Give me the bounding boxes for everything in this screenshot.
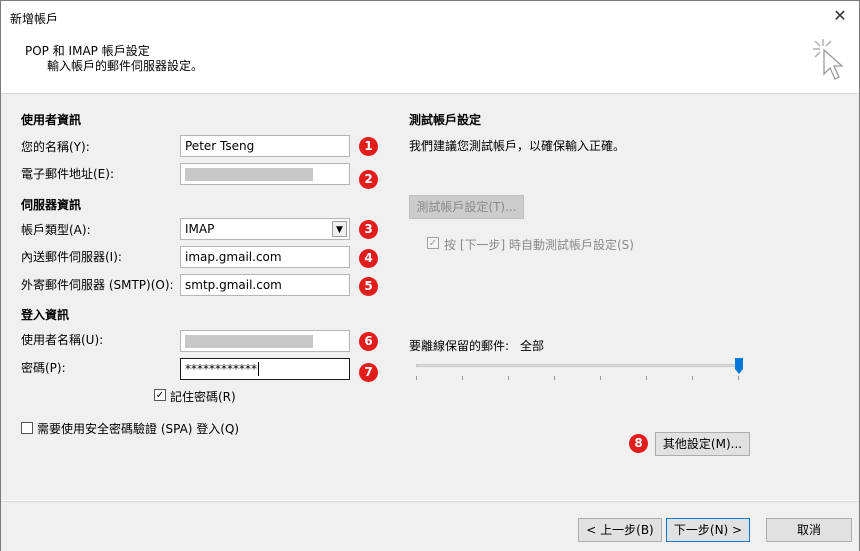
slider-tick: [692, 376, 693, 380]
window-title: 新增帳戶: [10, 12, 59, 26]
password-label: 密碼(P):: [21, 361, 66, 375]
redacted-value: [185, 335, 313, 348]
callout-badge-6: 6: [359, 332, 378, 351]
slider-tick: [646, 376, 647, 380]
spa-checkbox[interactable]: [21, 422, 33, 434]
offline-mail-value: 全部: [520, 339, 545, 353]
offline-slider-thumb[interactable]: [735, 358, 743, 374]
more-settings-button[interactable]: 其他設定(M)...: [655, 432, 750, 456]
account-type-value: IMAP: [185, 222, 215, 236]
outgoing-server-label: 外寄郵件伺服器 (SMTP)(O):: [21, 278, 174, 292]
redacted-value: [185, 168, 313, 181]
name-input[interactable]: Peter Tseng: [180, 135, 350, 157]
callout-badge-5: 5: [359, 277, 378, 296]
user-info-heading: 使用者資訊: [21, 113, 82, 127]
test-heading: 測試帳戶設定: [409, 113, 482, 127]
text-cursor: ​: [258, 362, 259, 376]
chevron-down-icon[interactable]: ▼: [332, 221, 347, 237]
remember-password-checkbox[interactable]: ✓: [154, 389, 166, 401]
next-button[interactable]: 下一步(N) >: [666, 518, 750, 542]
email-input[interactable]: [180, 163, 350, 185]
password-value: ************: [185, 362, 257, 376]
name-label: 您的名稱(Y):: [21, 140, 90, 154]
slider-tick: [600, 376, 601, 380]
outgoing-server-input[interactable]: smtp.gmail.com: [180, 274, 350, 296]
cursor-click-icon: [813, 39, 844, 80]
page-subtitle: 輸入帳戶的郵件伺服器設定。: [47, 59, 204, 73]
callout-badge-2: 2: [359, 170, 378, 189]
spa-label: 需要使用安全密碼驗證 (SPA) 登入(Q): [37, 422, 240, 436]
callout-badge-4: 4: [359, 249, 378, 268]
callout-badge-8: 8: [629, 434, 648, 453]
remember-password-label: 記住密碼(R): [170, 390, 236, 404]
test-account-button[interactable]: 測試帳戶設定(T)...: [409, 195, 524, 219]
incoming-server-label: 內送郵件伺服器(I):: [21, 250, 122, 264]
username-input[interactable]: [180, 330, 350, 352]
incoming-server-input[interactable]: imap.gmail.com: [180, 246, 350, 268]
server-info-heading: 伺服器資訊: [21, 198, 82, 212]
account-type-label: 帳戶類型(A):: [21, 223, 91, 237]
username-label: 使用者名稱(U):: [21, 333, 104, 347]
cancel-button[interactable]: 取消: [766, 518, 852, 542]
dialog-header: POP 和 IMAP 帳戶設定 輸入帳戶的郵件伺服器設定。: [1, 33, 859, 94]
title-bar: 新增帳戶 ✕: [1, 1, 859, 33]
slider-tick: [554, 376, 555, 380]
password-input[interactable]: ************​: [180, 358, 350, 380]
test-description: 我們建議您測試帳戶，以確保輸入正確。: [409, 139, 626, 153]
slider-tick: [416, 376, 417, 380]
offline-mail-label: 要離線保留的郵件:: [409, 339, 510, 353]
slider-tick: [738, 376, 739, 380]
auto-test-label: 按 [下一步] 時自動測試帳戶設定(S): [444, 238, 634, 252]
back-button[interactable]: < 上一步(B): [578, 518, 662, 542]
callout-badge-7: 7: [359, 363, 378, 382]
login-info-heading: 登入資訊: [21, 308, 70, 322]
email-label: 電子郵件地址(E):: [21, 167, 114, 181]
auto-test-checkbox[interactable]: ✓: [427, 237, 439, 249]
add-account-dialog: 新增帳戶 ✕ POP 和 IMAP 帳戶設定 輸入帳戶的郵件伺服器設定。 使用者…: [0, 0, 860, 551]
close-icon[interactable]: ✕: [827, 4, 853, 28]
callout-badge-1: 1: [359, 137, 378, 156]
callout-badge-3: 3: [359, 220, 378, 239]
slider-tick: [508, 376, 509, 380]
offline-slider-track[interactable]: [416, 364, 742, 367]
account-type-select[interactable]: IMAP ▼: [180, 218, 350, 240]
slider-tick: [462, 376, 463, 380]
